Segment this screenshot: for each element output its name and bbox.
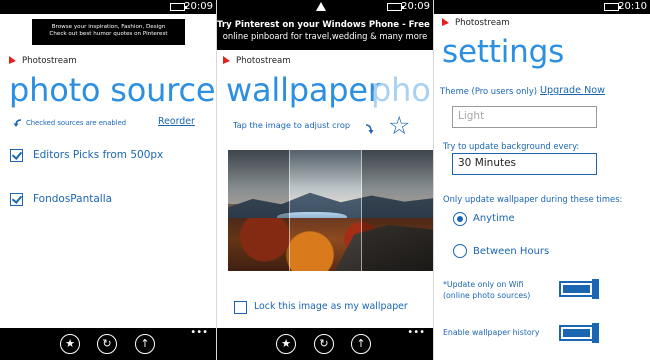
crop-shade-right bbox=[362, 150, 433, 271]
upgrade-now-link[interactable]: Upgrade Now bbox=[540, 85, 605, 96]
photostream-logo-icon bbox=[442, 18, 449, 26]
wifi-label-line2: (online photo sources) bbox=[443, 291, 531, 300]
wifi-label-line1: *Update only on Wifi bbox=[443, 280, 524, 289]
battery-icon bbox=[170, 3, 187, 11]
upload-icon: ↑ bbox=[356, 337, 366, 350]
favorite-star-icon[interactable]: ☆ bbox=[388, 113, 410, 138]
battery-icon bbox=[604, 3, 621, 11]
source-label-fondospantalla[interactable]: FondosPantalla bbox=[33, 193, 112, 205]
screen-settings: 20:10 Photostream settings Theme (Pro us… bbox=[434, 0, 650, 360]
curved-arrow-icon bbox=[13, 119, 22, 127]
app-bar: ★ ↻ ↑ ••• bbox=[217, 328, 433, 360]
brand-label: Photostream bbox=[236, 56, 291, 66]
screen-photo-sources: 20:09 Browse your inspiration, Fashion, … bbox=[0, 0, 216, 360]
theme-select[interactable]: Light bbox=[452, 106, 597, 128]
update-interval-select[interactable]: 30 Minutes bbox=[452, 153, 597, 175]
status-bar: 20:09 bbox=[0, 0, 216, 14]
favorite-button[interactable]: ★ bbox=[276, 334, 296, 354]
refresh-button[interactable]: ↻ bbox=[314, 334, 334, 354]
theme-label: Theme (Pro users only) bbox=[440, 86, 538, 96]
history-label: Enable wallpaper history bbox=[443, 328, 540, 337]
reorder-button[interactable]: Reorder bbox=[158, 116, 195, 127]
refresh-icon: ↻ bbox=[319, 337, 329, 350]
radio-anytime[interactable] bbox=[453, 212, 467, 226]
favorite-button[interactable]: ★ bbox=[60, 334, 80, 354]
photostream-logo-icon bbox=[223, 56, 230, 64]
status-time: 20:09 bbox=[184, 1, 213, 12]
refresh-button[interactable]: ↻ bbox=[97, 334, 117, 354]
app-brand: Photostream bbox=[442, 18, 510, 28]
ad-banner[interactable]: Browse your inspiration, Fashion, Design… bbox=[32, 19, 185, 45]
brand-label: Photostream bbox=[455, 18, 510, 28]
radio-anytime-label[interactable]: Anytime bbox=[473, 213, 515, 224]
upload-button[interactable]: ↑ bbox=[351, 334, 371, 354]
photostream-logo-icon bbox=[9, 56, 16, 64]
update-interval-label: Try to update background every: bbox=[443, 141, 580, 151]
curved-arrow-icon bbox=[365, 124, 374, 134]
source-checkbox-500px[interactable] bbox=[10, 149, 23, 162]
app-brand: Photostream bbox=[223, 56, 291, 66]
crop-shade-left bbox=[228, 150, 289, 271]
toggle-fill bbox=[563, 329, 590, 337]
wallpaper-history-toggle[interactable] bbox=[559, 323, 599, 343]
brand-label: Photostream bbox=[22, 56, 77, 66]
radio-between-hours[interactable] bbox=[453, 244, 467, 258]
screen-wallpaper: 20:09 Try Pinterest on your Windows Phon… bbox=[217, 0, 433, 360]
star-icon: ★ bbox=[65, 337, 75, 350]
source-label-500px[interactable]: Editors Picks from 500px bbox=[33, 149, 163, 161]
crop-frame[interactable] bbox=[289, 150, 362, 271]
page-title: wallpaper bbox=[226, 71, 381, 109]
crop-hint: Tap the image to adjust crop bbox=[233, 120, 351, 130]
upload-icon: ↑ bbox=[140, 337, 150, 350]
more-menu-button[interactable]: ••• bbox=[407, 328, 425, 338]
status-bar: 20:10 bbox=[434, 0, 650, 14]
lock-wallpaper-checkbox[interactable] bbox=[234, 301, 247, 314]
toggle-thumb[interactable] bbox=[592, 323, 599, 343]
wifi-only-toggle[interactable] bbox=[559, 279, 599, 299]
status-time: 20:10 bbox=[618, 1, 647, 12]
next-pivot-title[interactable]: pho bbox=[371, 70, 431, 110]
toggle-thumb[interactable] bbox=[592, 279, 599, 299]
page-title: photo sources bbox=[9, 71, 216, 109]
ad-line-2: Check out best humor quotes on Pinterest bbox=[49, 31, 168, 37]
lock-wallpaper-label[interactable]: Lock this image as my wallpaper bbox=[254, 301, 408, 312]
star-icon: ★ bbox=[281, 337, 291, 350]
ad-line-1: Browse your inspiration, Fashion, Design bbox=[51, 24, 166, 30]
status-time: 20:09 bbox=[401, 1, 430, 12]
ad-banner[interactable]: Try Pinterest on your Windows Phone - Fr… bbox=[217, 14, 433, 50]
signal-icon bbox=[316, 2, 326, 11]
app-brand: Photostream bbox=[9, 56, 77, 66]
source-checkbox-fondospantalla[interactable] bbox=[10, 193, 23, 206]
wallpaper-image[interactable] bbox=[228, 150, 433, 271]
upload-button[interactable]: ↑ bbox=[135, 334, 155, 354]
toggle-fill bbox=[563, 285, 590, 293]
update-times-label: Only update wallpaper during these times… bbox=[443, 194, 623, 204]
more-menu-button[interactable]: ••• bbox=[190, 328, 208, 338]
app-bar: ★ ↻ ↑ ••• bbox=[0, 328, 216, 360]
radio-between-hours-label[interactable]: Between Hours bbox=[473, 246, 549, 257]
refresh-icon: ↻ bbox=[102, 337, 112, 350]
sources-note: Checked sources are enabled bbox=[26, 119, 127, 127]
battery-icon bbox=[387, 3, 404, 11]
status-bar: 20:09 bbox=[217, 0, 433, 14]
ad-line-1: Try Pinterest on your Windows Phone - Fr… bbox=[217, 20, 433, 30]
page-title: settings bbox=[442, 34, 565, 70]
ad-line-2: online pinboard for travel,wedding & man… bbox=[222, 31, 428, 41]
